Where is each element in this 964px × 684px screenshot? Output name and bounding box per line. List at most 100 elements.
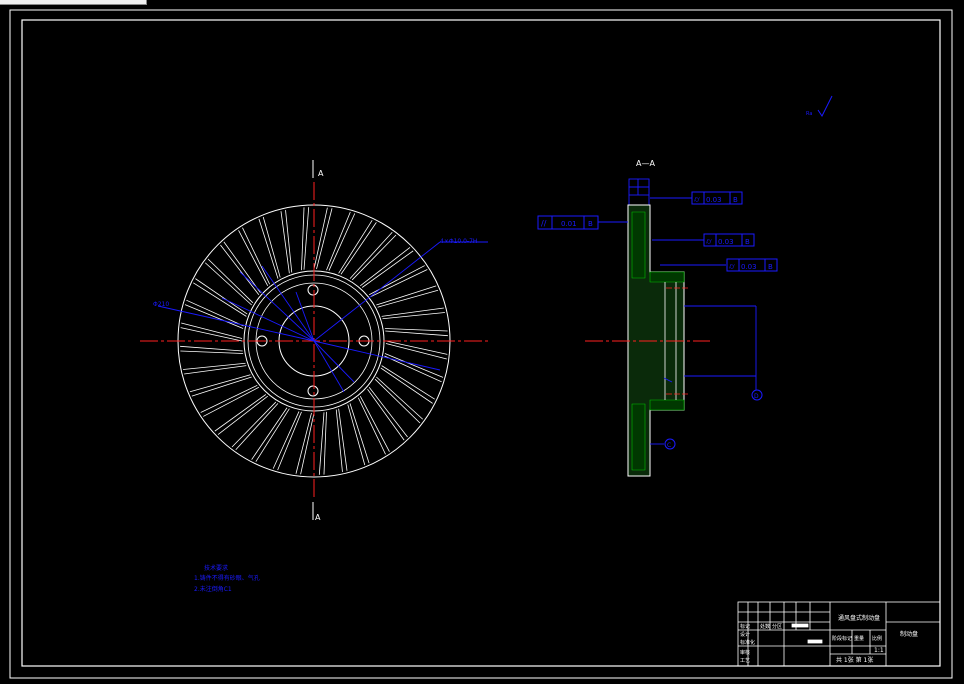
vane-line (377, 289, 439, 308)
vane-line (318, 412, 325, 475)
vane-line (200, 384, 258, 413)
vane-line (370, 269, 428, 298)
vane-line (285, 210, 293, 273)
vane-line (335, 409, 343, 472)
vane-line (277, 411, 302, 471)
vane-line (384, 355, 442, 383)
svg-text:比例: 比例 (872, 635, 882, 642)
vane-line (258, 218, 279, 279)
gdt-frame-mid: ⌭ 0.03 B (703, 233, 755, 247)
vane-line (301, 207, 305, 271)
roughness-symbol: Ra (806, 95, 833, 117)
vane-line (385, 340, 448, 355)
vane-line (357, 397, 386, 455)
title-company: 制动盘 (900, 630, 918, 638)
svg-text:⌭: ⌭ (706, 237, 712, 246)
vane-line (385, 330, 448, 337)
title-part-name: 通风盘式制动盘 (838, 614, 880, 622)
vane-line (360, 247, 411, 287)
section-label-top: A (318, 169, 324, 178)
bolt-hole-bottom (307, 385, 319, 397)
section-view-title: A—A (636, 159, 655, 168)
section-view-a-a: A—A D C ⌭ 0.03 B // 0.01 B ⌭ 0.03 B ⌭ 0.… (537, 159, 778, 477)
thickness-dimension (628, 178, 650, 205)
svg-text:⌭: ⌭ (694, 195, 700, 204)
svg-text:B: B (768, 263, 773, 271)
notes-heading: 技术要求 (204, 564, 228, 572)
svg-text:设计: 设计 (740, 631, 750, 638)
svg-text:阶段标记: 阶段标记 (832, 635, 852, 642)
vane-line (203, 386, 260, 417)
svg-text:标准化: 标准化 (740, 639, 755, 646)
vane-line (347, 404, 366, 466)
vane-line (349, 403, 370, 464)
datum-d-label: D (754, 393, 759, 400)
vane-line (251, 407, 288, 460)
vane-line (180, 350, 244, 354)
bolt-hole-top (307, 284, 319, 296)
cad-drawing-canvas[interactable]: A A 4×Φ10.0-7H Φ210 A—A D C ⌭ 0.03 B // … (0, 0, 964, 684)
svg-text:重量: 重量 (854, 635, 864, 642)
svg-text:0.03: 0.03 (741, 263, 757, 271)
datum-c-label: C (667, 442, 671, 449)
vane-line (376, 376, 424, 420)
svg-text:⌭: ⌭ (729, 262, 735, 271)
gdt-frame-left: // 0.01 B (537, 215, 599, 230)
vane-line (349, 231, 393, 279)
svg-text:B: B (733, 196, 738, 204)
vane-line (235, 403, 279, 451)
vane-line (338, 408, 348, 471)
svg-text:0.03: 0.03 (718, 238, 734, 246)
vane-line (180, 327, 243, 342)
vane-line (316, 208, 333, 270)
svg-text:审核: 审核 (740, 649, 750, 656)
vane-line (242, 227, 271, 285)
title-scale: 1:1 (874, 647, 884, 654)
vane-line (184, 304, 244, 329)
svg-text:0.03: 0.03 (706, 196, 722, 204)
title-sheet: 共 1张 第 1张 (836, 656, 873, 664)
notes-line-2: 2.未注倒角C1 (194, 585, 232, 593)
svg-text://: // (541, 219, 547, 228)
vane-line (359, 395, 390, 452)
svg-text:B: B (588, 220, 593, 228)
vane-line (180, 345, 243, 352)
vane-line (217, 395, 268, 435)
svg-text:标记: 标记 (740, 623, 750, 630)
vane-line (220, 244, 260, 295)
title-block-text: 标记 处数 分区 设计 标准化 审核 工艺 阶段标记 重量 比例 通风盘式制动盘… (740, 614, 918, 664)
vane-line (183, 362, 246, 370)
vane-line (328, 213, 356, 271)
vane-line (368, 387, 408, 438)
technical-notes: 技术要求 1.铸件不得有砂眼、气孔 2.未注倒角C1 (194, 564, 260, 593)
front-view-disc: A A 4×Φ10.0-7H Φ210 (140, 160, 490, 522)
notes-line-1: 1.铸件不得有砂眼、气孔 (194, 574, 260, 582)
svg-text:0.01: 0.01 (561, 220, 577, 228)
diameter-callout: Φ210 (153, 301, 169, 308)
vane-line (189, 374, 251, 393)
vane-line (280, 211, 290, 274)
vane-line (300, 412, 315, 475)
vane-line (238, 230, 269, 287)
svg-text:处数: 处数 (760, 623, 770, 630)
vane-line (204, 262, 252, 306)
vane-line (195, 278, 248, 315)
vane-line (303, 207, 310, 270)
vane-line (295, 412, 312, 474)
vane-line (382, 312, 445, 320)
vane-line (381, 307, 444, 317)
svg-text:B: B (745, 238, 750, 246)
svg-text:分区: 分区 (772, 623, 782, 630)
vane-line (326, 211, 351, 271)
vane-line (262, 216, 281, 278)
vane-line (376, 285, 437, 306)
svg-text:工艺: 工艺 (740, 658, 750, 664)
vane-line (380, 367, 433, 404)
vane-line (272, 411, 300, 469)
vane-line (340, 222, 377, 275)
vane-line (323, 411, 327, 475)
vane-line (191, 376, 252, 397)
hole-callout: 4×Φ10.0-7H (440, 238, 477, 245)
vane-line (385, 343, 447, 360)
svg-text:Ra: Ra (806, 111, 812, 117)
